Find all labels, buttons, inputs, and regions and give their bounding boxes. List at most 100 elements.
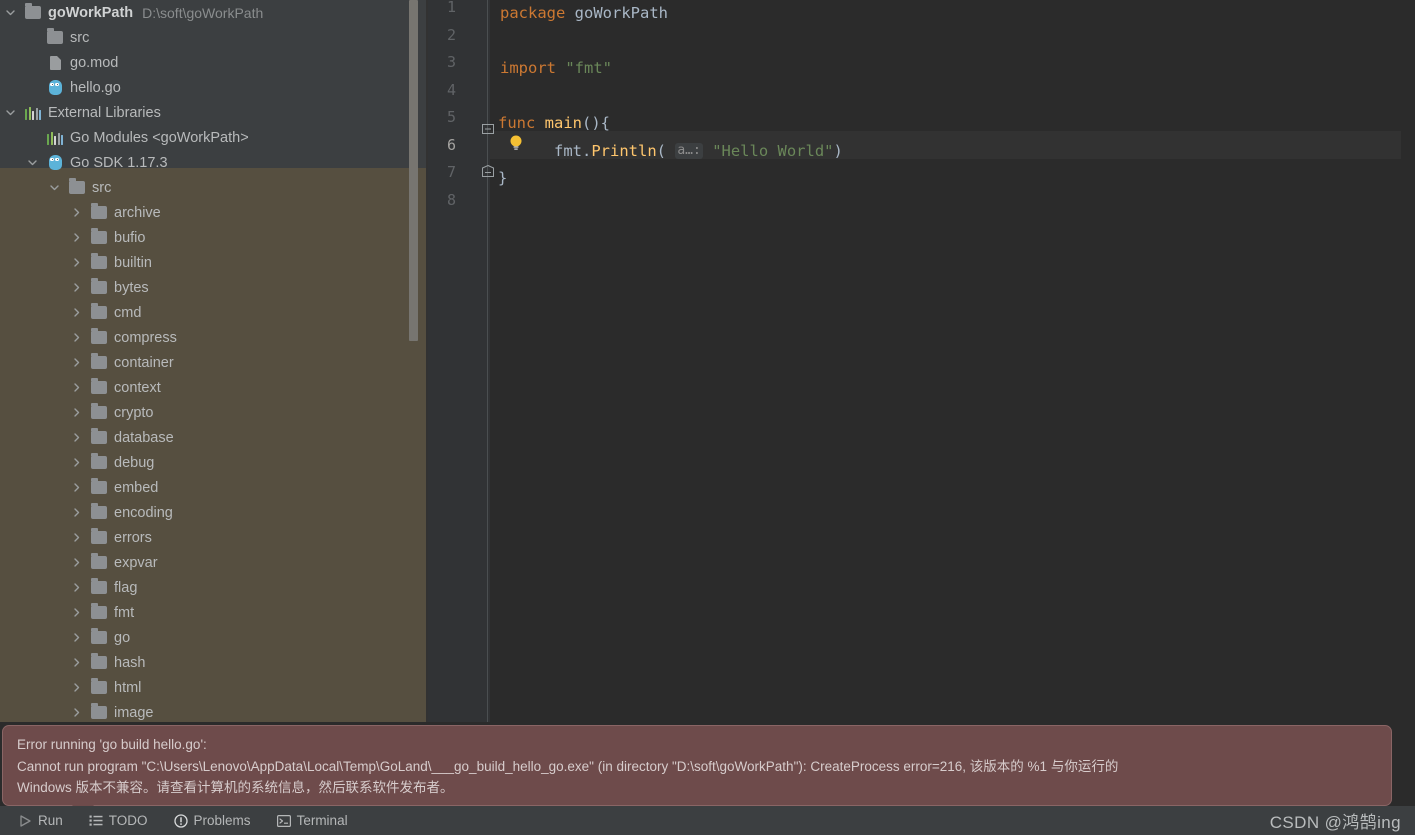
code-line-2[interactable] <box>490 28 1415 56</box>
chevron-right-icon[interactable] <box>70 356 83 369</box>
tree-item-errors[interactable]: errors <box>0 525 428 550</box>
tree-item-hash[interactable]: hash <box>0 650 428 675</box>
folder-glyph <box>91 703 107 719</box>
line-number-2: 2 <box>446 25 456 44</box>
chevron-right-icon[interactable] <box>70 531 83 544</box>
chevron-right-icon[interactable] <box>70 431 83 444</box>
tree-item-container[interactable]: container <box>0 350 428 375</box>
tree-item-src[interactable]: src <box>0 25 428 50</box>
tree-item-debug[interactable]: debug <box>0 450 428 475</box>
chevron-right-icon[interactable] <box>70 406 83 419</box>
tree-item-encoding[interactable]: encoding <box>0 500 428 525</box>
tree-item-crypto[interactable]: crypto <box>0 400 428 425</box>
tree-item-go-modules-goworkpath[interactable]: Go Modules <goWorkPath> <box>0 125 428 150</box>
code-token-3: (){ <box>582 114 610 132</box>
line-number-4: 4 <box>446 80 456 99</box>
chevron-right-icon[interactable] <box>70 206 83 219</box>
folder-icon <box>90 578 108 596</box>
chevron-right-icon[interactable] <box>70 481 83 494</box>
tree-item-image[interactable]: image <box>0 700 428 722</box>
tree-item-goworkpath[interactable]: goWorkPath D:\soft\goWorkPath <box>0 0 428 25</box>
folder-icon <box>90 278 108 296</box>
tree-item-database[interactable]: database <box>0 425 428 450</box>
chevron-right-icon[interactable] <box>70 231 83 244</box>
tree-item-label: flag <box>114 579 138 596</box>
code-line-3[interactable]: import "fmt" <box>490 55 1415 83</box>
code-text[interactable]: package goWorkPath import "fmt" func main(… <box>490 0 1415 722</box>
tree-item-fmt[interactable]: fmt <box>0 600 428 625</box>
tree-item-src[interactable]: src <box>0 175 428 200</box>
folder-icon <box>90 528 108 546</box>
document-glyph <box>49 55 61 70</box>
tree-item-builtin[interactable]: builtin <box>0 250 428 275</box>
folder-glyph <box>91 528 107 544</box>
code-line-5[interactable]: func main(){ <box>490 110 1415 138</box>
tree-item-bufio[interactable]: bufio <box>0 225 428 250</box>
project-tree-panel[interactable]: goWorkPath D:\soft\goWorkPath src go.mod hel… <box>0 0 428 722</box>
sidebar-scrollbar-thumb[interactable] <box>409 0 418 341</box>
tree-item-context[interactable]: context <box>0 375 428 400</box>
chevron-right-icon[interactable] <box>70 506 83 519</box>
tree-item-go-mod[interactable]: go.mod <box>0 50 428 75</box>
tree-item-html[interactable]: html <box>0 675 428 700</box>
tree-item-label: fmt <box>114 604 135 621</box>
folder-icon <box>24 3 42 21</box>
tree-item-go[interactable]: go <box>0 625 428 650</box>
chevron-right-icon[interactable] <box>70 606 83 619</box>
chevron-right-icon[interactable] <box>70 381 83 394</box>
tree-item-compress[interactable]: compress <box>0 325 428 350</box>
code-editor[interactable]: 1 2 3 4 5 6 7 8 package goWorkPath import "fmt" f… <box>428 0 1415 722</box>
status-tab-todo[interactable]: TODO <box>79 808 158 833</box>
chevron-right-icon[interactable] <box>70 331 83 344</box>
tree-item-flag[interactable]: flag <box>0 575 428 600</box>
chevron-right-icon[interactable] <box>70 256 83 269</box>
code-line-7[interactable]: } <box>490 165 1415 193</box>
status-tab-problems[interactable]: Problems <box>164 808 261 833</box>
tree-item-label: goWorkPath <box>48 4 134 21</box>
tree-item-expvar[interactable]: expvar <box>0 550 428 575</box>
chevron-right-icon[interactable] <box>70 706 83 719</box>
status-tab-label: Terminal <box>296 813 348 828</box>
code-line-1[interactable]: package goWorkPath <box>490 0 1415 28</box>
code-dot: . <box>582 141 592 160</box>
status-tab-terminal[interactable]: Terminal <box>267 808 358 833</box>
code-line-6[interactable]: fmt.Println( a…: "Hello World") <box>490 138 1415 166</box>
chevron-down-icon[interactable] <box>26 156 39 169</box>
chevron-right-icon[interactable] <box>70 281 83 294</box>
code-token-2: "fmt" <box>565 59 613 77</box>
chevron-right-icon[interactable] <box>70 456 83 469</box>
folder-glyph <box>91 678 107 694</box>
go-file-icon <box>46 80 64 96</box>
chevron-down-icon[interactable] <box>48 181 61 194</box>
chevron-right-icon[interactable] <box>70 306 83 319</box>
chevron-right-icon[interactable] <box>70 681 83 694</box>
tree-item-hello-go[interactable]: hello.go <box>0 75 428 100</box>
tree-item-external-libraries[interactable]: External Libraries <box>0 100 428 125</box>
folder-icon <box>90 703 108 721</box>
chevron-right-icon[interactable] <box>70 556 83 569</box>
tree-item-embed[interactable]: embed <box>0 475 428 500</box>
code-token-0: } <box>498 169 508 187</box>
tree-item-label: expvar <box>114 554 158 571</box>
chevron-right-icon[interactable] <box>70 581 83 594</box>
folder-glyph <box>91 353 107 369</box>
run-play-icon <box>18 814 32 828</box>
tree-item-archive[interactable]: archive <box>0 200 428 225</box>
run-error-balloon[interactable]: Error running 'go build hello.go': Canno… <box>2 725 1392 806</box>
folder-glyph <box>25 3 41 19</box>
tree-item-bytes[interactable]: bytes <box>0 275 428 300</box>
tree-item-label: Go Modules <goWorkPath> <box>70 129 249 146</box>
tool-window-bar[interactable]: Run TODO Problems Terminal <box>0 806 1415 835</box>
chevron-right-icon[interactable] <box>70 656 83 669</box>
chevron-right-icon[interactable] <box>70 631 83 644</box>
editor-gutter[interactable]: 1 2 3 4 5 6 7 8 <box>428 0 490 722</box>
tree-item-cmd[interactable]: cmd <box>0 300 428 325</box>
tree-item-go-sdk-1-17-3[interactable]: Go SDK 1.17.3 <box>0 150 428 175</box>
sidebar-scrollbar-track[interactable] <box>409 0 423 722</box>
project-tree[interactable]: goWorkPath D:\soft\goWorkPath src go.mod hel… <box>0 0 428 722</box>
chevron-down-icon[interactable] <box>4 106 17 119</box>
code-line-8[interactable] <box>490 193 1415 221</box>
status-tab-run[interactable]: Run <box>8 808 73 833</box>
chevron-down-icon[interactable] <box>4 6 17 19</box>
code-line-4[interactable] <box>490 83 1415 111</box>
